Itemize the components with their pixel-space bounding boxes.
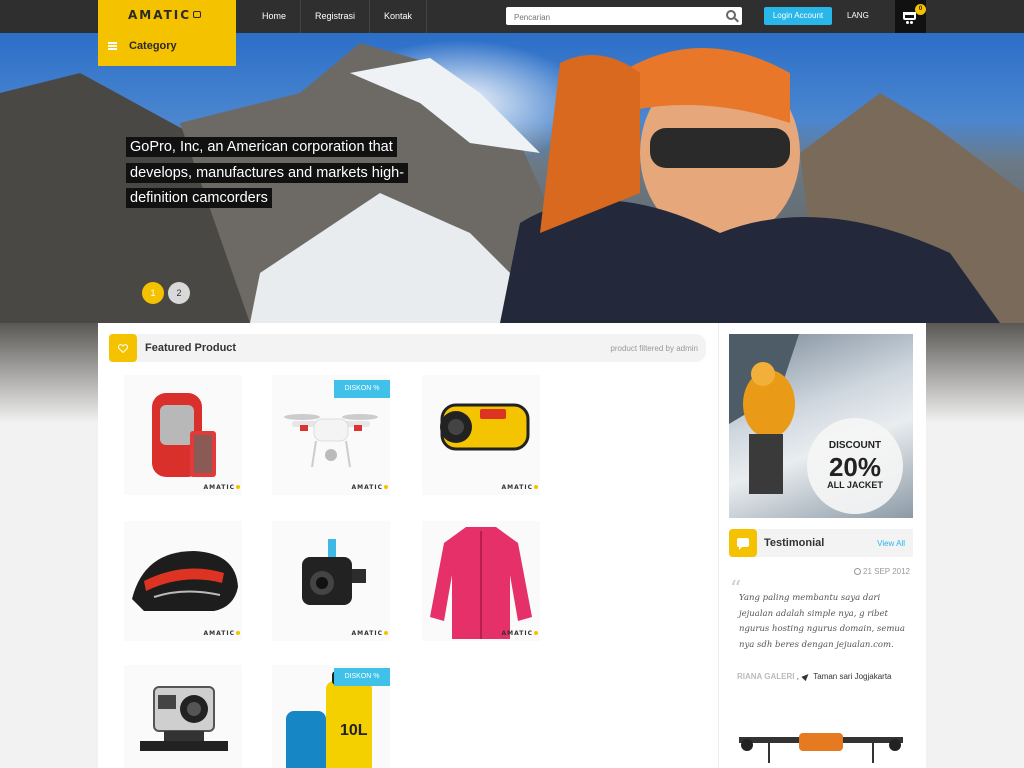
search-icon[interactable] bbox=[726, 10, 736, 20]
hero-caption: GoPro, Inc, an American corporation that… bbox=[126, 135, 409, 212]
product-logo: AMATIC bbox=[351, 484, 388, 491]
promo-banner[interactable]: DISCOUNT 20% ALL JACKET bbox=[729, 334, 913, 518]
product-action-cam[interactable]: AMATIC bbox=[272, 521, 390, 641]
gopro-image bbox=[140, 686, 228, 751]
featured-filter-note: product filtered by admin bbox=[610, 344, 698, 353]
product-logo: AMATIC bbox=[501, 484, 538, 491]
logo-mark-icon bbox=[193, 11, 202, 18]
testimonial-quote: Yang paling membantu saya dari jejualan … bbox=[739, 593, 905, 650]
kodak-camera-image bbox=[440, 403, 530, 451]
slider-pagination: 1 2 bbox=[142, 282, 190, 304]
product-gopro[interactable] bbox=[124, 665, 242, 768]
discount-badge: DISKON % bbox=[334, 380, 390, 398]
cart-count-badge: 0 bbox=[915, 4, 926, 15]
hamburger-icon bbox=[108, 42, 117, 50]
discount-percent: 20% bbox=[828, 452, 882, 482]
product-logo: AMATIC bbox=[203, 484, 240, 491]
nav-registrasi[interactable]: Registrasi bbox=[301, 0, 371, 33]
slide-dot-1[interactable]: 1 bbox=[142, 282, 164, 304]
helmet-image bbox=[132, 551, 238, 611]
search-input[interactable] bbox=[506, 8, 716, 27]
chat-icon bbox=[737, 538, 749, 550]
testimonial-date: 21 SEP 2012 bbox=[854, 567, 910, 576]
testimonial-icon-box bbox=[729, 529, 757, 557]
hero-slider: GoPro, Inc, an American corporation that… bbox=[0, 33, 1024, 323]
category-label: Category bbox=[129, 40, 177, 52]
drone-thumbnail-image bbox=[739, 733, 903, 763]
slide-dot-2[interactable]: 2 bbox=[168, 282, 190, 304]
pink-jacket-image bbox=[430, 527, 532, 639]
discount-label: DISCOUNT bbox=[828, 440, 882, 451]
main-nav: Home Registrasi Kontak bbox=[248, 0, 428, 33]
testimonial-title: Testimonial bbox=[764, 537, 825, 549]
content-panel: Featured Product product filtered by adm… bbox=[98, 323, 926, 768]
category-menu-button[interactable]: Category bbox=[108, 40, 177, 52]
discount-badge: DISKON % bbox=[334, 668, 390, 686]
featured-title: Featured Product bbox=[145, 342, 237, 354]
discount-scope: ALL JACKET bbox=[827, 480, 883, 490]
product-logo: AMATIC bbox=[203, 630, 240, 637]
featured-icon-box bbox=[109, 334, 137, 362]
product-logo: AMATIC bbox=[501, 630, 538, 637]
hero-caption-text: GoPro, Inc, an American corporation that… bbox=[126, 137, 409, 208]
nav-home[interactable]: Home bbox=[248, 0, 302, 33]
language-selector[interactable]: LANG bbox=[847, 11, 869, 20]
featured-header: Featured Product product filtered by adm… bbox=[109, 334, 706, 362]
product-helmet[interactable]: AMATIC bbox=[124, 521, 242, 641]
logo[interactable]: AMATIC bbox=[128, 8, 202, 22]
cart-button[interactable]: 0 bbox=[895, 0, 926, 33]
product-kodak-camera[interactable]: AMATIC bbox=[422, 375, 540, 495]
testimonial-author: RIANA GALERI , Taman sari Jogjakarta bbox=[737, 671, 892, 682]
testimonial-header: Testimonial View All bbox=[729, 529, 913, 557]
backpack-image bbox=[152, 393, 216, 477]
author-name: RIANA GALERI bbox=[737, 672, 795, 681]
logo-text: AMATIC bbox=[128, 8, 192, 22]
testimonial-date-text: 21 SEP 2012 bbox=[863, 567, 911, 576]
location-arrow-icon bbox=[801, 671, 811, 682]
product-backpack[interactable]: AMATIC bbox=[124, 375, 242, 495]
clock-icon bbox=[854, 568, 861, 575]
author-location: Taman sari Jogjakarta bbox=[813, 672, 892, 681]
logo-category-panel: AMATIC Category bbox=[98, 0, 236, 66]
svg-text:10L: 10L bbox=[340, 722, 368, 739]
sidebar-drone-thumbnail[interactable] bbox=[729, 723, 913, 768]
discount-circle: DISCOUNT 20% ALL JACKET bbox=[807, 418, 903, 514]
heart-icon bbox=[118, 344, 128, 353]
search-box bbox=[506, 7, 742, 27]
view-all-link[interactable]: View All bbox=[877, 539, 905, 548]
column-divider bbox=[718, 323, 719, 768]
action-cam-image bbox=[302, 539, 366, 605]
login-button[interactable]: Login Account bbox=[764, 7, 832, 25]
cart-icon bbox=[903, 12, 916, 24]
nav-kontak[interactable]: Kontak bbox=[370, 0, 428, 33]
product-logo: AMATIC bbox=[351, 630, 388, 637]
product-pink-jacket[interactable]: AMATIC bbox=[422, 521, 540, 641]
